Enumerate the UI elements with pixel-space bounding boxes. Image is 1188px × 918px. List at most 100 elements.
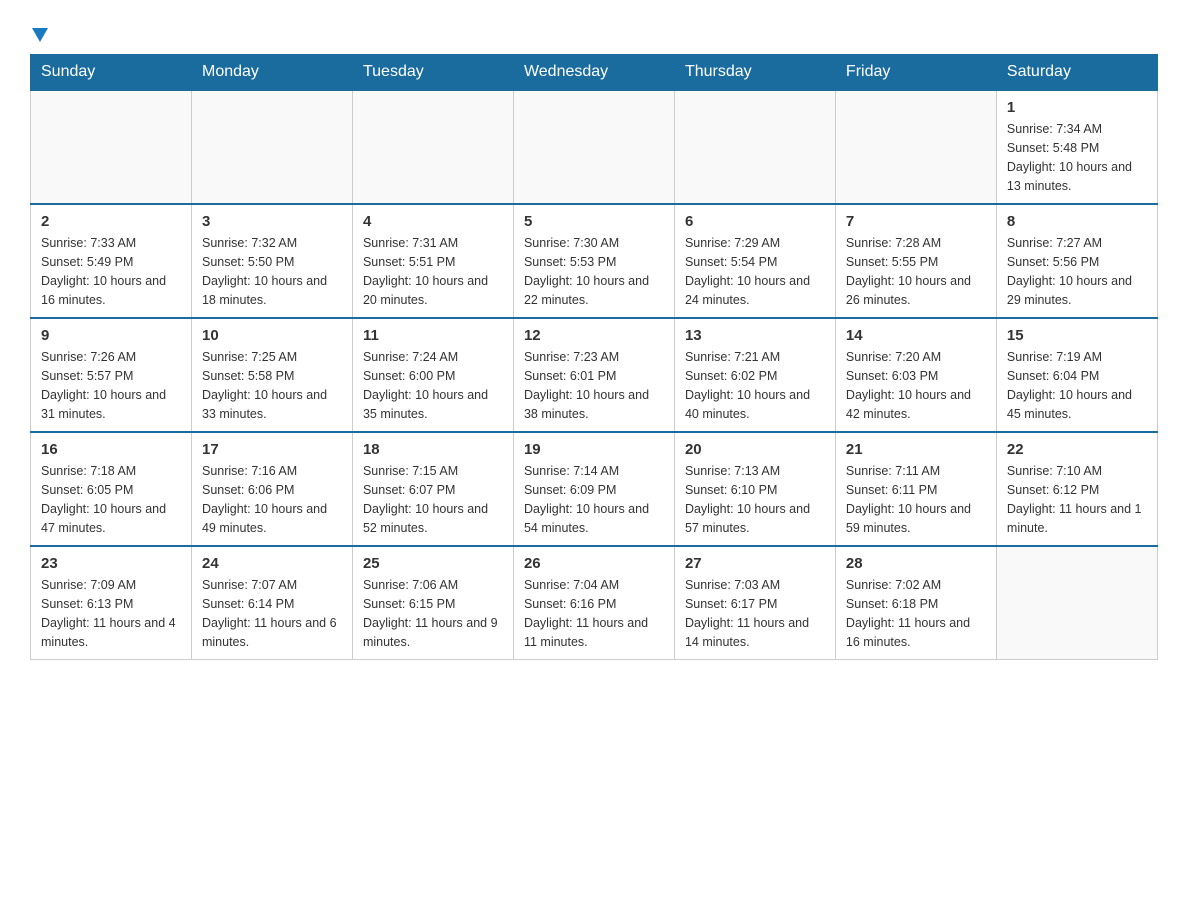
day-info: Sunrise: 7:26 AM Sunset: 5:57 PM Dayligh…: [41, 348, 181, 423]
day-number: 11: [363, 327, 503, 344]
day-info: Sunrise: 7:28 AM Sunset: 5:55 PM Dayligh…: [846, 234, 986, 309]
day-number: 7: [846, 213, 986, 230]
day-info: Sunrise: 7:33 AM Sunset: 5:49 PM Dayligh…: [41, 234, 181, 309]
calendar-cell: 9 Sunrise: 7:26 AM Sunset: 5:57 PM Daylig…: [31, 318, 192, 432]
calendar-cell: [835, 90, 996, 204]
calendar-cell: 4 Sunrise: 7:31 AM Sunset: 5:51 PM Daylig…: [352, 204, 513, 318]
day-number: 12: [524, 327, 664, 344]
calendar-header-row: SundayMondayTuesdayWednesdayThursdayFrid…: [31, 55, 1158, 91]
day-number: 22: [1007, 441, 1147, 458]
day-info: Sunrise: 7:31 AM Sunset: 5:51 PM Dayligh…: [363, 234, 503, 309]
calendar-day-header: Tuesday: [352, 55, 513, 91]
calendar-cell: 25 Sunrise: 7:06 AM Sunset: 6:15 PM Dayli…: [352, 546, 513, 660]
day-info: Sunrise: 7:13 AM Sunset: 6:10 PM Dayligh…: [685, 462, 825, 537]
calendar-cell: [674, 90, 835, 204]
calendar-cell: [31, 90, 192, 204]
day-number: 13: [685, 327, 825, 344]
calendar-cell: [352, 90, 513, 204]
calendar-week-row: 2 Sunrise: 7:33 AM Sunset: 5:49 PM Daylig…: [31, 204, 1158, 318]
calendar-cell: 15 Sunrise: 7:19 AM Sunset: 6:04 PM Dayli…: [996, 318, 1157, 432]
calendar-week-row: 1 Sunrise: 7:34 AM Sunset: 5:48 PM Daylig…: [31, 90, 1158, 204]
day-number: 26: [524, 555, 664, 572]
day-info: Sunrise: 7:14 AM Sunset: 6:09 PM Dayligh…: [524, 462, 664, 537]
calendar-cell: 8 Sunrise: 7:27 AM Sunset: 5:56 PM Daylig…: [996, 204, 1157, 318]
day-info: Sunrise: 7:18 AM Sunset: 6:05 PM Dayligh…: [41, 462, 181, 537]
logo-triangle-icon: [32, 28, 48, 42]
day-number: 8: [1007, 213, 1147, 230]
day-number: 4: [363, 213, 503, 230]
calendar-cell: 28Sunrise: 7:02 AM Sunset: 6:18 PM Dayli…: [835, 546, 996, 660]
calendar-cell: 26 Sunrise: 7:04 AM Sunset: 6:16 PM Dayli…: [513, 546, 674, 660]
day-number: 2: [41, 213, 181, 230]
day-info: Sunrise: 7:04 AM Sunset: 6:16 PM Dayligh…: [524, 576, 664, 651]
calendar-cell: 22 Sunrise: 7:10 AM Sunset: 6:12 PM Dayli…: [996, 432, 1157, 546]
day-info: Sunrise: 7:10 AM Sunset: 6:12 PM Dayligh…: [1007, 462, 1147, 537]
day-number: 16: [41, 441, 181, 458]
calendar-table: SundayMondayTuesdayWednesdayThursdayFrid…: [30, 54, 1158, 660]
day-number: 25: [363, 555, 503, 572]
day-info: Sunrise: 7:29 AM Sunset: 5:54 PM Dayligh…: [685, 234, 825, 309]
day-number: 18: [363, 441, 503, 458]
day-number: 19: [524, 441, 664, 458]
day-info: Sunrise: 7:06 AM Sunset: 6:15 PM Dayligh…: [363, 576, 503, 651]
day-info: Sunrise: 7:11 AM Sunset: 6:11 PM Dayligh…: [846, 462, 986, 537]
calendar-cell: 10Sunrise: 7:25 AM Sunset: 5:58 PM Dayli…: [191, 318, 352, 432]
day-number: 27: [685, 555, 825, 572]
calendar-day-header: Wednesday: [513, 55, 674, 91]
day-info: Sunrise: 7:32 AM Sunset: 5:50 PM Dayligh…: [202, 234, 342, 309]
day-info: Sunrise: 7:24 AM Sunset: 6:00 PM Dayligh…: [363, 348, 503, 423]
calendar-cell: 3 Sunrise: 7:32 AM Sunset: 5:50 PM Daylig…: [191, 204, 352, 318]
day-info: Sunrise: 7:30 AM Sunset: 5:53 PM Dayligh…: [524, 234, 664, 309]
calendar-day-header: Saturday: [996, 55, 1157, 91]
calendar-day-header: Thursday: [674, 55, 835, 91]
calendar-cell: 6 Sunrise: 7:29 AM Sunset: 5:54 PM Daylig…: [674, 204, 835, 318]
calendar-cell: 27 Sunrise: 7:03 AM Sunset: 6:17 PM Dayli…: [674, 546, 835, 660]
calendar-week-row: 9 Sunrise: 7:26 AM Sunset: 5:57 PM Daylig…: [31, 318, 1158, 432]
day-number: 17: [202, 441, 342, 458]
day-info: Sunrise: 7:15 AM Sunset: 6:07 PM Dayligh…: [363, 462, 503, 537]
calendar-cell: 23Sunrise: 7:09 AM Sunset: 6:13 PM Dayli…: [31, 546, 192, 660]
calendar-cell: 17 Sunrise: 7:16 AM Sunset: 6:06 PM Dayli…: [191, 432, 352, 546]
calendar-day-header: Monday: [191, 55, 352, 91]
day-info: Sunrise: 7:20 AM Sunset: 6:03 PM Dayligh…: [846, 348, 986, 423]
day-info: Sunrise: 7:34 AM Sunset: 5:48 PM Dayligh…: [1007, 120, 1147, 195]
day-info: Sunrise: 7:07 AM Sunset: 6:14 PM Dayligh…: [202, 576, 342, 651]
calendar-day-header: Friday: [835, 55, 996, 91]
calendar-cell: 5 Sunrise: 7:30 AM Sunset: 5:53 PM Daylig…: [513, 204, 674, 318]
calendar-day-header: Sunday: [31, 55, 192, 91]
day-number: 9: [41, 327, 181, 344]
day-number: 6: [685, 213, 825, 230]
day-info: Sunrise: 7:21 AM Sunset: 6:02 PM Dayligh…: [685, 348, 825, 423]
calendar-cell: 18 Sunrise: 7:15 AM Sunset: 6:07 PM Dayli…: [352, 432, 513, 546]
calendar-cell: 20 Sunrise: 7:13 AM Sunset: 6:10 PM Dayli…: [674, 432, 835, 546]
calendar-cell: 12 Sunrise: 7:23 AM Sunset: 6:01 PM Dayli…: [513, 318, 674, 432]
calendar-cell: 24 Sunrise: 7:07 AM Sunset: 6:14 PM Dayli…: [191, 546, 352, 660]
calendar-cell: 16 Sunrise: 7:18 AM Sunset: 6:05 PM Dayli…: [31, 432, 192, 546]
day-number: 1: [1007, 99, 1147, 116]
page-header: [30, 20, 1158, 44]
day-info: Sunrise: 7:23 AM Sunset: 6:01 PM Dayligh…: [524, 348, 664, 423]
day-number: 5: [524, 213, 664, 230]
day-number: 14: [846, 327, 986, 344]
day-info: Sunrise: 7:19 AM Sunset: 6:04 PM Dayligh…: [1007, 348, 1147, 423]
calendar-cell: [191, 90, 352, 204]
calendar-cell: 2 Sunrise: 7:33 AM Sunset: 5:49 PM Daylig…: [31, 204, 192, 318]
calendar-cell: 1 Sunrise: 7:34 AM Sunset: 5:48 PM Daylig…: [996, 90, 1157, 204]
day-number: 21: [846, 441, 986, 458]
calendar-cell: 19 Sunrise: 7:14 AM Sunset: 6:09 PM Dayli…: [513, 432, 674, 546]
day-number: 28: [846, 555, 986, 572]
logo: [30, 20, 48, 44]
day-number: 24: [202, 555, 342, 572]
calendar-week-row: 23Sunrise: 7:09 AM Sunset: 6:13 PM Dayli…: [31, 546, 1158, 660]
day-number: 23: [41, 555, 181, 572]
day-info: Sunrise: 7:27 AM Sunset: 5:56 PM Dayligh…: [1007, 234, 1147, 309]
day-number: 15: [1007, 327, 1147, 344]
calendar-cell: 11 Sunrise: 7:24 AM Sunset: 6:00 PM Dayli…: [352, 318, 513, 432]
calendar-cell: 7 Sunrise: 7:28 AM Sunset: 5:55 PM Daylig…: [835, 204, 996, 318]
day-info: Sunrise: 7:16 AM Sunset: 6:06 PM Dayligh…: [202, 462, 342, 537]
day-info: Sunrise: 7:03 AM Sunset: 6:17 PM Dayligh…: [685, 576, 825, 651]
calendar-cell: [513, 90, 674, 204]
day-number: 20: [685, 441, 825, 458]
calendar-cell: 14 Sunrise: 7:20 AM Sunset: 6:03 PM Dayli…: [835, 318, 996, 432]
day-number: 3: [202, 213, 342, 230]
